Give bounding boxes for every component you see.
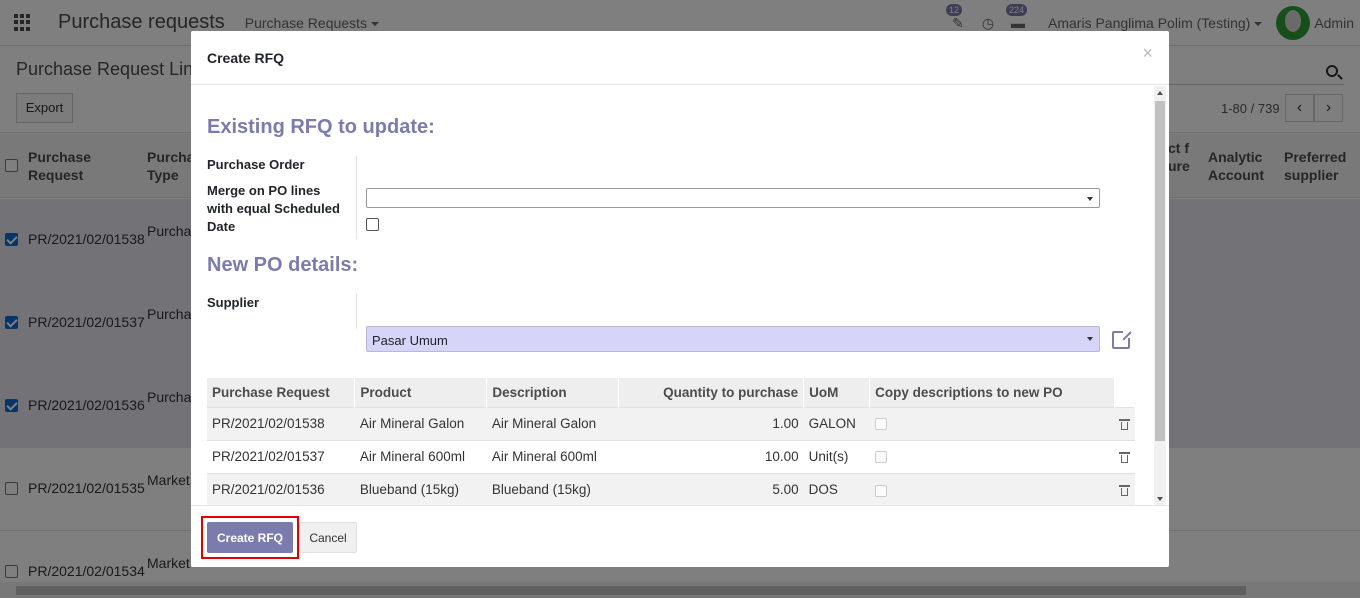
column-purchase-request[interactable]: Purchase Request bbox=[207, 378, 356, 407]
merge-po-lines-checkbox[interactable] bbox=[366, 218, 379, 231]
cell-quantity[interactable]: 5.00 bbox=[618, 472, 804, 506]
dialog-footer: Create RFQ Cancel bbox=[191, 505, 1169, 567]
cell-copy-descriptions bbox=[869, 472, 1115, 506]
rfq-lines-table: Purchase Request Product Description Qua… bbox=[207, 378, 1136, 506]
create-rfq-dialog: Create RFQ × Existing RFQ to update: Pur… bbox=[191, 31, 1169, 567]
external-link-icon[interactable] bbox=[1112, 329, 1132, 349]
copy-descriptions-checkbox[interactable] bbox=[874, 484, 887, 497]
supplier-value: Pasar Umum bbox=[372, 333, 448, 348]
copy-descriptions-checkbox[interactable] bbox=[874, 451, 887, 464]
cell-quantity[interactable]: 10.00 bbox=[618, 439, 804, 473]
new-po-section-title: New PO details: bbox=[207, 254, 359, 276]
table-row[interactable]: PR/2021/02/01536 Blueband (15kg) Blueban… bbox=[207, 472, 1135, 506]
cell-purchase-request[interactable]: PR/2021/02/01536 bbox=[207, 472, 355, 506]
cell-description[interactable]: Air Mineral 600ml bbox=[486, 439, 619, 473]
vertical-scrollbar[interactable] bbox=[1154, 86, 1166, 506]
cell-description[interactable]: Air Mineral Galon bbox=[486, 406, 619, 440]
copy-descriptions-checkbox[interactable] bbox=[874, 418, 887, 431]
trash-icon[interactable] bbox=[1118, 451, 1130, 463]
trash-icon[interactable] bbox=[1118, 418, 1130, 430]
chevron-down-icon bbox=[1087, 337, 1093, 341]
scroll-up-icon[interactable] bbox=[1157, 91, 1163, 95]
cell-delete bbox=[1114, 439, 1135, 473]
cancel-button[interactable]: Cancel bbox=[299, 522, 357, 553]
cell-delete bbox=[1114, 406, 1135, 440]
cell-delete bbox=[1114, 472, 1135, 506]
cell-quantity[interactable]: 1.00 bbox=[618, 406, 804, 440]
scroll-down-icon[interactable] bbox=[1157, 497, 1163, 501]
cell-product[interactable]: Air Mineral 600ml bbox=[354, 439, 487, 473]
supplier-label: Supplier bbox=[207, 295, 260, 310]
existing-rfq-section-title: Existing RFQ to update: bbox=[207, 116, 435, 138]
dialog-title: Create RFQ bbox=[207, 50, 285, 66]
field-separator bbox=[356, 156, 357, 239]
purchase-order-select[interactable] bbox=[366, 188, 1100, 208]
dialog-header: Create RFQ × bbox=[191, 31, 1169, 85]
table-row[interactable]: PR/2021/02/01537 Air Mineral 600ml Air M… bbox=[207, 439, 1135, 473]
field-separator bbox=[356, 294, 357, 329]
table-row[interactable]: PR/2021/02/01538 Air Mineral Galon Air M… bbox=[207, 406, 1135, 440]
cell-product[interactable]: Air Mineral Galon bbox=[354, 406, 487, 440]
close-icon[interactable]: × bbox=[1142, 43, 1153, 64]
cell-purchase-request[interactable]: PR/2021/02/01538 bbox=[207, 406, 355, 440]
cell-copy-descriptions bbox=[869, 406, 1115, 440]
column-description[interactable]: Description bbox=[486, 378, 620, 407]
trash-icon[interactable] bbox=[1118, 485, 1130, 497]
column-product[interactable]: Product bbox=[354, 378, 488, 407]
dialog-body: Existing RFQ to update: Purchase Order M… bbox=[191, 86, 1169, 506]
cell-uom[interactable]: Unit(s) bbox=[803, 439, 870, 473]
column-uom[interactable]: UoM bbox=[803, 378, 871, 407]
column-copy-descriptions[interactable]: Copy descriptions to new PO bbox=[869, 378, 1115, 407]
cell-purchase-request[interactable]: PR/2021/02/01537 bbox=[207, 439, 355, 473]
merge-po-lines-label: Merge on PO lines with equal Scheduled D… bbox=[207, 183, 340, 234]
purchase-order-label: Purchase Order bbox=[207, 157, 305, 172]
cell-description[interactable]: Blueband (15kg) bbox=[486, 472, 619, 506]
cell-product[interactable]: Blueband (15kg) bbox=[354, 472, 487, 506]
column-quantity[interactable]: Quantity to purchase bbox=[618, 378, 805, 407]
chevron-down-icon bbox=[1087, 197, 1093, 201]
cell-uom[interactable]: DOS bbox=[803, 472, 870, 506]
create-rfq-button[interactable]: Create RFQ bbox=[207, 522, 293, 553]
column-actions bbox=[1114, 378, 1136, 407]
scrollbar-thumb[interactable] bbox=[1155, 101, 1165, 441]
cell-copy-descriptions bbox=[869, 439, 1115, 473]
supplier-select[interactable]: Pasar Umum bbox=[366, 326, 1100, 352]
cell-uom[interactable]: GALON bbox=[803, 406, 870, 440]
